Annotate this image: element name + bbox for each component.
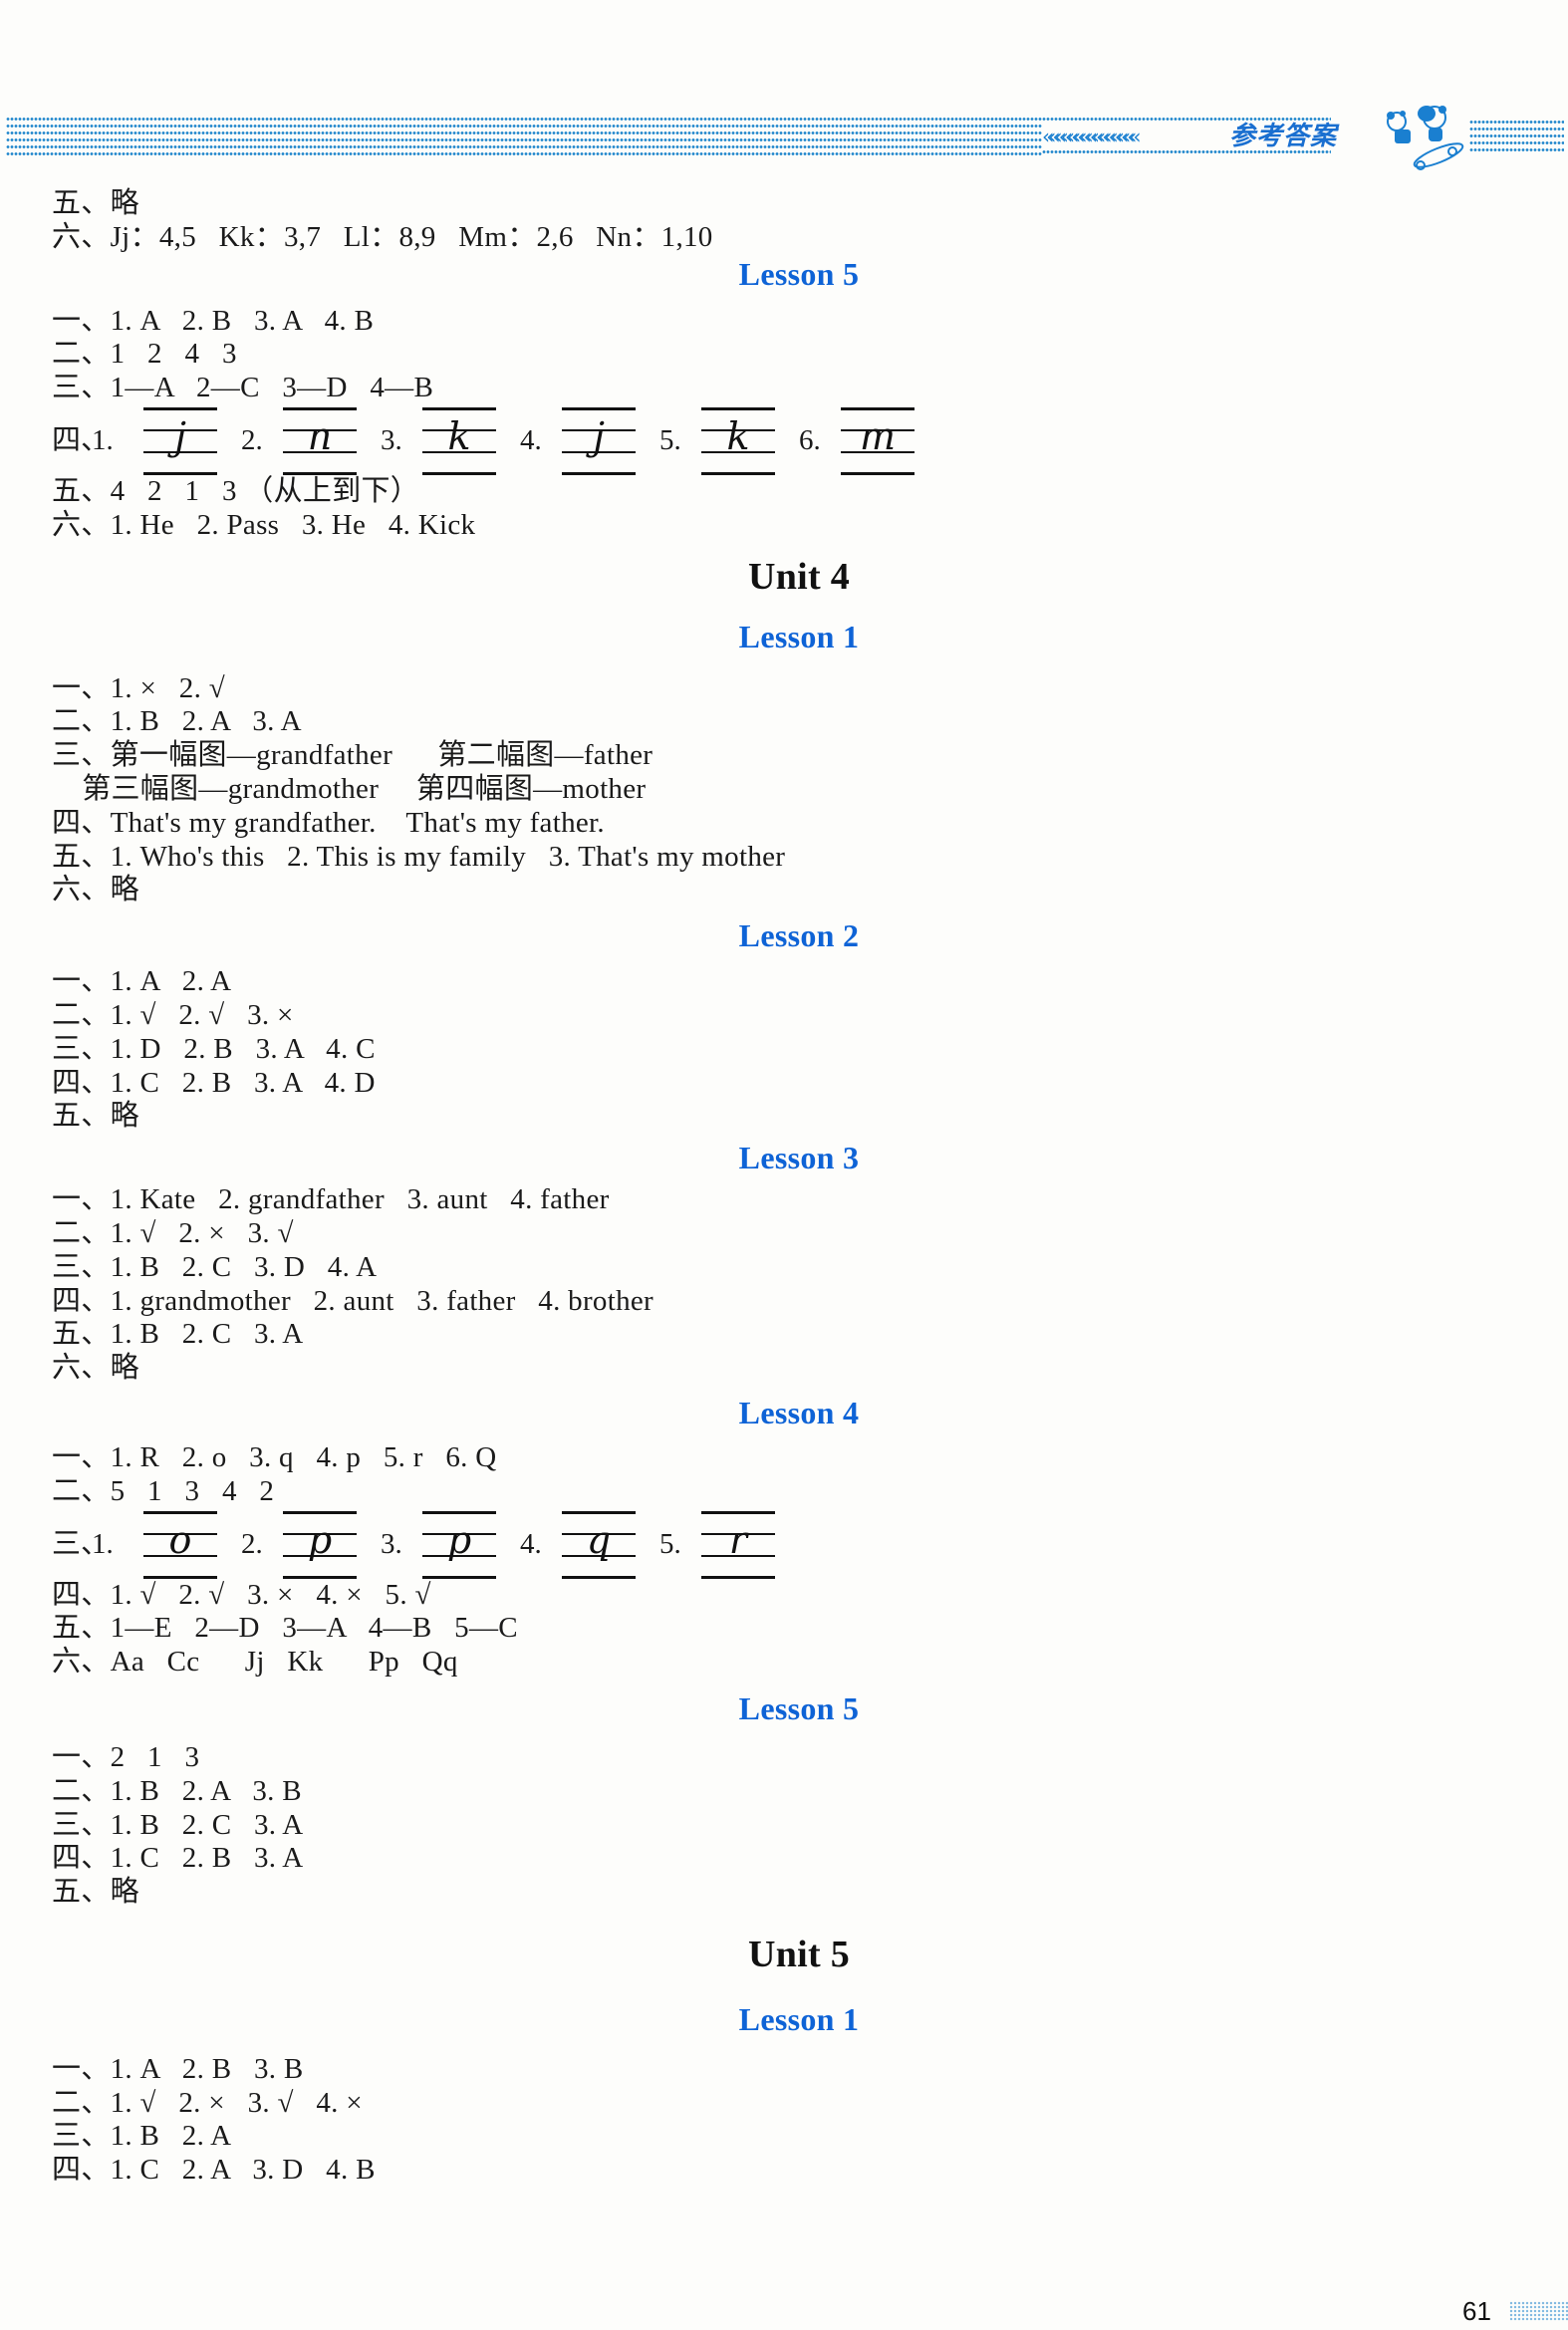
handwriting-row: 四、 1. j 2. n 3. k 4. j 5. k 6. m [52, 406, 1446, 475]
cursive-letter: j [593, 413, 605, 458]
lesson-title: Lesson 1 [738, 2000, 860, 2037]
answer-line: 二、1 2 4 3 [52, 338, 237, 371]
cursive-letter: o [168, 1517, 192, 1562]
answer-line: 六、略 [52, 874, 139, 906]
answer-line: 第三幅图—grandmother 第四幅图—mother [52, 772, 647, 805]
answer-line: 六、1. He 2. Pass 3. He 4. Kick [52, 508, 476, 541]
cursive-letter: r [728, 1517, 748, 1562]
four-line-grid: n [283, 406, 357, 475]
chevron-decoration: ««««««««««««««« [1042, 125, 1142, 148]
panda-skateboard-icon [1387, 106, 1464, 170]
answer-line: 二、1. √ 2. × 3. √ [52, 1216, 294, 1249]
lesson-title: Lesson 3 [738, 1140, 860, 1176]
answer-content: 五、略 六、Jj：4,5 Kk：3,7 Ll：8,9 Mm：2,6 Nn：1,1… [52, 187, 1446, 2188]
four-line-grid: p [422, 1510, 496, 1579]
answer-line: 二、1. √ 2. √ 3. × [52, 998, 294, 1031]
four-line-grid: p [283, 1510, 357, 1579]
lesson-title: Lesson 5 [738, 255, 860, 292]
four-line-grid: j [562, 406, 636, 475]
cursive-letter: m [859, 413, 897, 458]
answer-line: 一、1. R 2. o 3. q 4. p 5. r 6. Q [52, 1440, 497, 1473]
answer-line: 五、略 [52, 1100, 139, 1133]
answer-line: 四、1. grandmother 2. aunt 3. father 4. br… [52, 1284, 654, 1317]
unit-title: Unit 5 [747, 1933, 851, 1975]
answer-line: 三、1. B 2. C 3. D 4. A [52, 1250, 378, 1283]
header-title: 参考答案 [1229, 122, 1338, 151]
answer-line: 一、1. A 2. B 3. A 4. B [52, 304, 375, 337]
answer-line: 五、1. Who's this 2. This is my family 3. … [52, 840, 786, 873]
answer-line: 二、1. √ 2. × 3. √ 4. × [52, 2086, 363, 2119]
cursive-letter: p [446, 1517, 472, 1562]
header-band: ««««««««««««««« 参考答案 [0, 106, 1568, 170]
four-line-grid: k [701, 406, 775, 475]
cursive-letter: n [307, 413, 333, 458]
answer-line: 四、1. C 2. B 3. A [52, 1842, 304, 1875]
answer-line: 三、1. B 2. A [52, 2120, 232, 2153]
four-line-grid: o [143, 1510, 217, 1579]
four-line-grid: k [422, 406, 496, 475]
answer-line: 四、That's my grandfather. That's my fathe… [52, 806, 605, 839]
answer-line: 六、Jj：4,5 Kk：3,7 Ll：8,9 Mm：2,6 Nn：1,10 [52, 220, 713, 253]
footer-dot-decoration [1509, 2301, 1568, 2321]
unit-title: Unit 4 [747, 555, 851, 598]
answer-line: 四、1. √ 2. √ 3. × 4. × 5. √ [52, 1578, 431, 1611]
answer-line: 一、1. A 2. A [52, 965, 232, 998]
lesson-title: Lesson 1 [738, 618, 860, 654]
answer-line: 二、1. B 2. A 3. B [52, 1774, 302, 1807]
answer-line: 五、略 [52, 1876, 139, 1909]
handwriting-row: 三、 1. o 2. p 3. p 4. q 5. r [52, 1510, 1446, 1579]
header-dot-rule [6, 116, 1042, 155]
answer-line: 二、5 1 3 4 2 [52, 1474, 275, 1507]
lesson-title: Lesson 5 [738, 1689, 860, 1726]
answer-line: 二、1. B 2. A 3. A [52, 705, 302, 738]
answer-line: 四、1. C 2. A 3. D 4. B [52, 2154, 376, 2187]
answer-line: 三、第一幅图—grandfather 第二幅图—father [52, 739, 653, 772]
answer-line: 六、Aa Cc Jj Kk Pp Qq [52, 1646, 458, 1679]
answer-line: 一、1. × 2. √ [52, 671, 225, 704]
four-line-grid: q [562, 1510, 636, 1579]
answer-line: 四、1. C 2. B 3. A 4. D [52, 1066, 376, 1099]
answer-line: 五、略 [52, 187, 139, 219]
answer-line: 六、略 [52, 1352, 139, 1385]
cursive-letter: k [447, 413, 471, 458]
answer-line: 五、1. B 2. C 3. A [52, 1318, 304, 1351]
lesson-title: Lesson 4 [738, 1394, 860, 1430]
answer-line: 三、1. D 2. B 3. A 4. C [52, 1032, 376, 1065]
answer-line: 三、1. B 2. C 3. A [52, 1808, 304, 1841]
lesson-title: Lesson 2 [738, 917, 860, 954]
answer-line: 一、1. Kate 2. grandfather 3. aunt 4. fath… [52, 1183, 610, 1216]
four-line-grid: j [143, 406, 217, 475]
cursive-letter: j [174, 413, 186, 458]
answer-line: 三、1—A 2—C 3—D 4—B [52, 372, 434, 404]
header-dot-rule [1469, 119, 1564, 152]
cursive-letter: p [307, 1517, 333, 1562]
cursive-letter: q [586, 1517, 612, 1562]
answer-line: 五、1—E 2—D 3—A 4—B 5—C [52, 1612, 518, 1645]
answer-line: 一、2 1 3 [52, 1740, 200, 1773]
cursive-letter: k [726, 413, 750, 458]
answer-line: 五、4 2 1 3 （从上到下） [52, 474, 420, 507]
answer-line: 一、1. A 2. B 3. B [52, 2052, 304, 2085]
page-number: 61 [1462, 2296, 1491, 2326]
four-line-grid: r [701, 1510, 775, 1579]
four-line-grid: m [841, 406, 915, 475]
